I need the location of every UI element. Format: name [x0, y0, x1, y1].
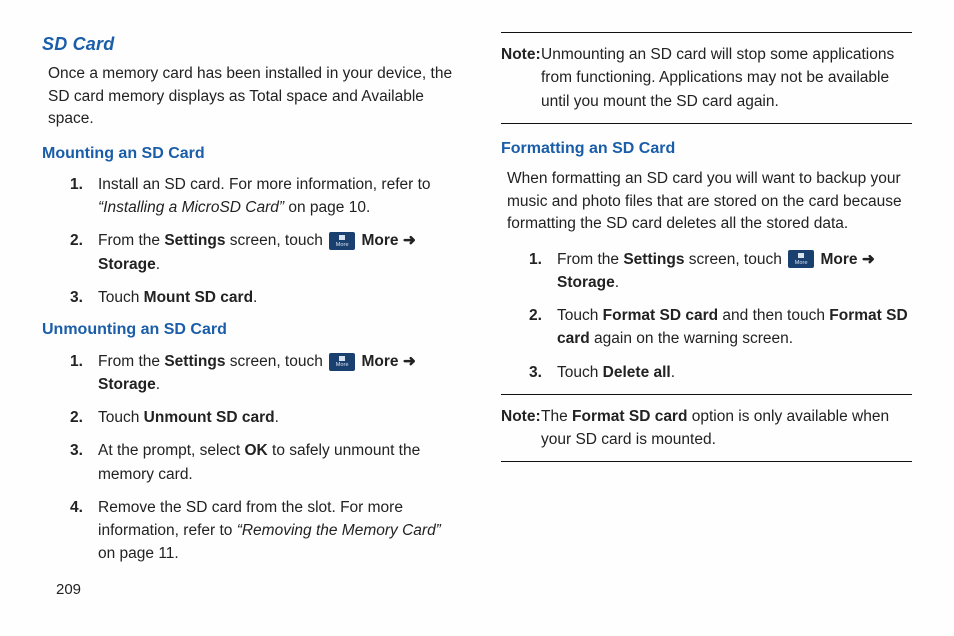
note-label: Note: — [501, 405, 541, 428]
bold-text: More — [361, 353, 398, 370]
text: on page 10. — [284, 199, 370, 216]
note-block: Note: Unmounting an SD card will stop so… — [501, 32, 912, 124]
text: At the prompt, select — [98, 442, 244, 459]
intro-text: When formatting an SD card you will want… — [507, 168, 912, 235]
text: screen, touch — [684, 251, 786, 268]
text: From the — [98, 353, 164, 370]
list-item: At the prompt, select OK to safely unmou… — [70, 439, 453, 486]
text: . — [253, 289, 257, 306]
more-icon — [788, 250, 814, 268]
list-item: From the Settings screen, touch More ➜ S… — [70, 350, 453, 397]
reference-text: “Installing a MicroSD Card” — [98, 199, 284, 216]
bold-text: OK — [244, 442, 267, 459]
bold-text: Format SD card — [603, 307, 718, 324]
arrow-icon: ➜ — [399, 353, 416, 370]
text: screen, touch — [225, 232, 327, 249]
bold-text: Unmount SD card — [144, 409, 275, 426]
text: The — [541, 408, 572, 425]
text: . — [615, 274, 619, 291]
text: Touch — [557, 307, 603, 324]
bold-text: Mount SD card — [144, 289, 253, 306]
heading-unmounting: Unmounting an SD Card — [42, 319, 453, 341]
note-label: Note: — [501, 43, 541, 66]
text: Install an SD card. For more information… — [98, 176, 431, 193]
arrow-icon: ➜ — [399, 232, 416, 249]
format-steps: From the Settings screen, touch More ➜ S… — [529, 248, 912, 384]
arrow-icon: ➜ — [858, 251, 875, 268]
list-item: Install an SD card. For more information… — [70, 173, 453, 220]
bold-text: Storage — [98, 256, 156, 273]
bold-text: More — [820, 251, 857, 268]
bold-text: More — [361, 232, 398, 249]
bold-text: Settings — [164, 232, 225, 249]
section-title: SD Card — [42, 32, 453, 57]
list-item: Touch Delete all. — [529, 361, 912, 384]
list-item: Touch Format SD card and then touch Form… — [529, 304, 912, 351]
intro-text: Once a memory card has been installed in… — [48, 63, 453, 130]
text: again on the warning screen. — [590, 330, 793, 347]
text: . — [275, 409, 279, 426]
reference-text: “Removing the Memory Card” — [237, 522, 441, 539]
right-column: Note: Unmounting an SD card will stop so… — [501, 32, 912, 576]
text: screen, touch — [225, 353, 327, 370]
note-text: Note: Unmounting an SD card will stop so… — [501, 43, 912, 113]
heading-formatting: Formatting an SD Card — [501, 138, 912, 160]
text: and then touch — [718, 307, 829, 324]
mount-steps: Install an SD card. For more information… — [70, 173, 453, 309]
note-text: Note: The Format SD card option is only … — [501, 405, 912, 452]
text: Touch — [98, 289, 144, 306]
more-icon — [329, 353, 355, 371]
heading-mounting: Mounting an SD Card — [42, 143, 453, 165]
bold-text: Settings — [623, 251, 684, 268]
list-item: Remove the SD card from the slot. For mo… — [70, 496, 453, 566]
bold-text: Format SD card — [572, 408, 687, 425]
page-number: 209 — [56, 579, 81, 600]
text: . — [156, 376, 160, 393]
bold-text: Storage — [557, 274, 615, 291]
bold-text: Delete all — [603, 364, 671, 381]
list-item: Touch Unmount SD card. — [70, 406, 453, 429]
text: Unmounting an SD card will stop some app… — [541, 46, 894, 110]
text: From the — [557, 251, 623, 268]
list-item: Touch Mount SD card. — [70, 286, 453, 309]
text: . — [156, 256, 160, 273]
text: From the — [98, 232, 164, 249]
bold-text: Storage — [98, 376, 156, 393]
more-icon — [329, 232, 355, 250]
text: Touch — [557, 364, 603, 381]
unmount-steps: From the Settings screen, touch More ➜ S… — [70, 350, 453, 566]
text: on page 11. — [98, 545, 179, 562]
bold-text: Settings — [164, 353, 225, 370]
note-block: Note: The Format SD card option is only … — [501, 394, 912, 463]
list-item: From the Settings screen, touch More ➜ S… — [70, 229, 453, 276]
text: Touch — [98, 409, 144, 426]
text: . — [671, 364, 675, 381]
list-item: From the Settings screen, touch More ➜ S… — [529, 248, 912, 295]
left-column: SD Card Once a memory card has been inst… — [42, 32, 453, 576]
